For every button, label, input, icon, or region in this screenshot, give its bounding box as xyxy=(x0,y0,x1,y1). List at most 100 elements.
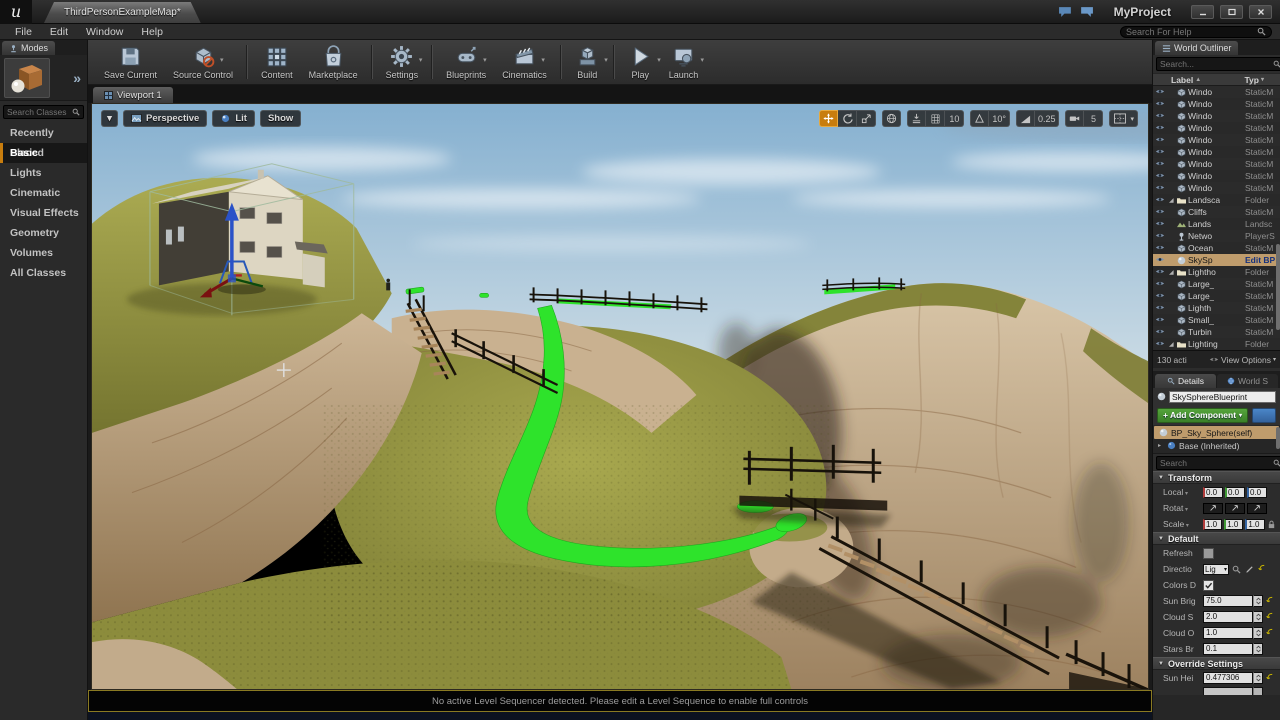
outliner-row-windo[interactable]: WindoStaticM xyxy=(1153,110,1280,122)
grid-snap-size[interactable]: 10 xyxy=(945,110,964,127)
visibility-eye-icon[interactable] xyxy=(1155,267,1167,277)
mode-category-lights[interactable]: Lights xyxy=(0,163,87,183)
outliner-row-windo[interactable]: WindoStaticM xyxy=(1153,182,1280,194)
tab-modes[interactable]: Modes xyxy=(2,41,55,55)
visibility-eye-icon[interactable] xyxy=(1155,279,1167,289)
modes-search-box[interactable] xyxy=(3,105,84,119)
rotate-tool-button[interactable] xyxy=(838,110,857,127)
outliner-row-cliffs[interactable]: CliffsStaticM xyxy=(1153,206,1280,218)
number-field-cloud-s[interactable]: 2.0 xyxy=(1203,611,1263,623)
mode-category-all-classes[interactable]: All Classes xyxy=(0,263,87,283)
menu-help[interactable]: Help xyxy=(132,26,172,38)
viewport-scene[interactable] xyxy=(92,104,1148,689)
component-scrollbar[interactable] xyxy=(1276,427,1280,449)
details-search-input[interactable] xyxy=(1160,458,1271,468)
mode-category-recently-placed[interactable]: Recently Placed xyxy=(0,123,87,143)
outliner-scrollbar[interactable] xyxy=(1276,244,1280,330)
maximize-viewport-button[interactable]: ▾ xyxy=(1109,110,1138,127)
number-field-stars-br[interactable]: 0.1 xyxy=(1203,643,1263,655)
outliner-row-lightho[interactable]: ◢LighthoFolder xyxy=(1153,266,1280,278)
outliner-row-netwo[interactable]: NetwoPlayerS xyxy=(1153,230,1280,242)
toolbar-source-control-button[interactable]: ▾Source Control xyxy=(165,41,241,83)
mode-category-geometry[interactable]: Geometry xyxy=(0,223,87,243)
visibility-eye-icon[interactable] xyxy=(1155,159,1167,169)
axis-z-field[interactable]: 1.0 xyxy=(1245,519,1264,530)
level-tab[interactable]: ThirdPersonExampleMap* xyxy=(44,2,201,23)
visibility-eye-icon[interactable] xyxy=(1155,303,1167,313)
outliner-row-turbin[interactable]: TurbinStaticM xyxy=(1153,326,1280,338)
tab-viewport-1[interactable]: Viewport 1 xyxy=(93,87,173,103)
menu-edit[interactable]: Edit xyxy=(41,26,77,38)
spinner-icon[interactable] xyxy=(1253,643,1263,655)
dropdown-caret-icon[interactable]: ▾ xyxy=(657,56,661,64)
outliner-row-large[interactable]: Large_StaticM xyxy=(1153,278,1280,290)
visibility-eye-icon[interactable] xyxy=(1155,171,1167,181)
toolbar-launch-button[interactable]: ▾Launch xyxy=(661,41,707,83)
help-search-box[interactable] xyxy=(1120,26,1272,38)
edit-blueprint-button[interactable] xyxy=(1252,408,1276,423)
surface-snap-button[interactable] xyxy=(907,110,926,127)
component-row-bp-sky-sphere-self[interactable]: BP_Sky_Sphere(self) xyxy=(1154,426,1279,439)
rotation-field[interactable] xyxy=(1247,503,1267,514)
axis-z-field[interactable]: 0.0 xyxy=(1247,487,1267,498)
reset-to-default-icon[interactable] xyxy=(1266,612,1275,623)
rotation-field[interactable] xyxy=(1203,503,1223,514)
tab-world-s[interactable]: World S xyxy=(1217,374,1278,388)
outliner-row-large[interactable]: Large_StaticM xyxy=(1153,290,1280,302)
translate-tool-button[interactable] xyxy=(819,110,838,127)
outliner-row-windo[interactable]: WindoStaticM xyxy=(1153,134,1280,146)
world-local-toggle-button[interactable] xyxy=(882,110,901,127)
rotation-field[interactable] xyxy=(1225,503,1245,514)
close-button[interactable] xyxy=(1249,5,1272,19)
outliner-row-ocean[interactable]: OceanStaticM xyxy=(1153,242,1280,254)
toolbar-build-button[interactable]: ▾Build xyxy=(567,41,608,83)
dropdown-caret-icon[interactable]: ▾ xyxy=(1183,491,1188,497)
toolbar-marketplace-button[interactable]: Marketplace xyxy=(301,41,366,83)
visibility-eye-icon[interactable] xyxy=(1155,147,1167,157)
visibility-eye-icon[interactable] xyxy=(1155,339,1167,349)
outliner-row-windo[interactable]: WindoStaticM xyxy=(1153,170,1280,182)
character-actor[interactable] xyxy=(386,279,390,291)
section-header-default[interactable]: ▼Default xyxy=(1153,532,1280,545)
viewport[interactable]: ▾ Perspective Lit Show xyxy=(91,103,1149,690)
outliner-row-landsca[interactable]: ◢LandscaFolder xyxy=(1153,194,1280,206)
visibility-eye-icon[interactable] xyxy=(1155,135,1167,145)
tab-world-outliner[interactable]: World Outliner xyxy=(1155,41,1238,55)
toolbar-cinematics-button[interactable]: ▾Cinematics xyxy=(494,41,555,83)
actor-name-field[interactable] xyxy=(1169,391,1276,403)
toolbar-content-button[interactable]: Content xyxy=(253,41,301,83)
reset-to-default-icon[interactable] xyxy=(1266,673,1275,684)
column-type[interactable]: Typ xyxy=(1245,75,1259,85)
number-field-sun-brig[interactable]: 75.0 xyxy=(1203,595,1263,607)
component-row-base-inherited[interactable]: ▸Base (Inherited) xyxy=(1153,439,1280,452)
reset-to-default-icon[interactable] xyxy=(1266,596,1275,607)
lit-mode-button[interactable]: Lit xyxy=(212,110,255,127)
expander-arrow-icon[interactable]: ◢ xyxy=(1169,197,1175,204)
dropdown-caret-icon[interactable]: ▾ xyxy=(541,56,545,64)
outliner-row-small[interactable]: Small_StaticM xyxy=(1153,314,1280,326)
viewport-options-button[interactable]: ▾ xyxy=(101,110,118,127)
checkbox-colors-d[interactable] xyxy=(1203,580,1214,591)
show-menu-button[interactable]: Show xyxy=(260,110,301,127)
scale-snap-button[interactable] xyxy=(1016,110,1035,127)
visibility-eye-icon[interactable] xyxy=(1155,327,1167,337)
axis-x-field[interactable]: 1.0 xyxy=(1203,519,1222,530)
mode-category-cinematic[interactable]: Cinematic xyxy=(0,183,87,203)
search-classes-input[interactable] xyxy=(7,107,70,117)
outliner-row-windo[interactable]: WindoStaticM xyxy=(1153,122,1280,134)
scale-tool-button[interactable] xyxy=(857,110,876,127)
axis-x-field[interactable]: 0.0 xyxy=(1203,487,1223,498)
scale-snap-size[interactable]: 0.25 xyxy=(1035,110,1060,127)
number-field-sun-hei[interactable]: 0.477306 xyxy=(1203,672,1263,684)
modes-expand-chevrons-icon[interactable]: » xyxy=(73,70,83,86)
outliner-row-windo[interactable]: WindoStaticM xyxy=(1153,98,1280,110)
toolbar-play-button[interactable]: ▾Play xyxy=(620,41,661,83)
dropdown-caret-icon[interactable]: ▾ xyxy=(604,56,608,64)
outliner-row-skysp[interactable]: SkySpEdit BP xyxy=(1153,254,1280,266)
toolbar-blueprints-button[interactable]: ▾Blueprints xyxy=(438,41,494,83)
visibility-eye-icon[interactable] xyxy=(1155,183,1167,193)
outliner-row-windo[interactable]: WindoStaticM xyxy=(1153,158,1280,170)
restore-button[interactable] xyxy=(1220,5,1243,19)
outliner-row-windo[interactable]: WindoStaticM xyxy=(1153,86,1280,98)
feedback-bubble-icon[interactable] xyxy=(1058,6,1073,18)
